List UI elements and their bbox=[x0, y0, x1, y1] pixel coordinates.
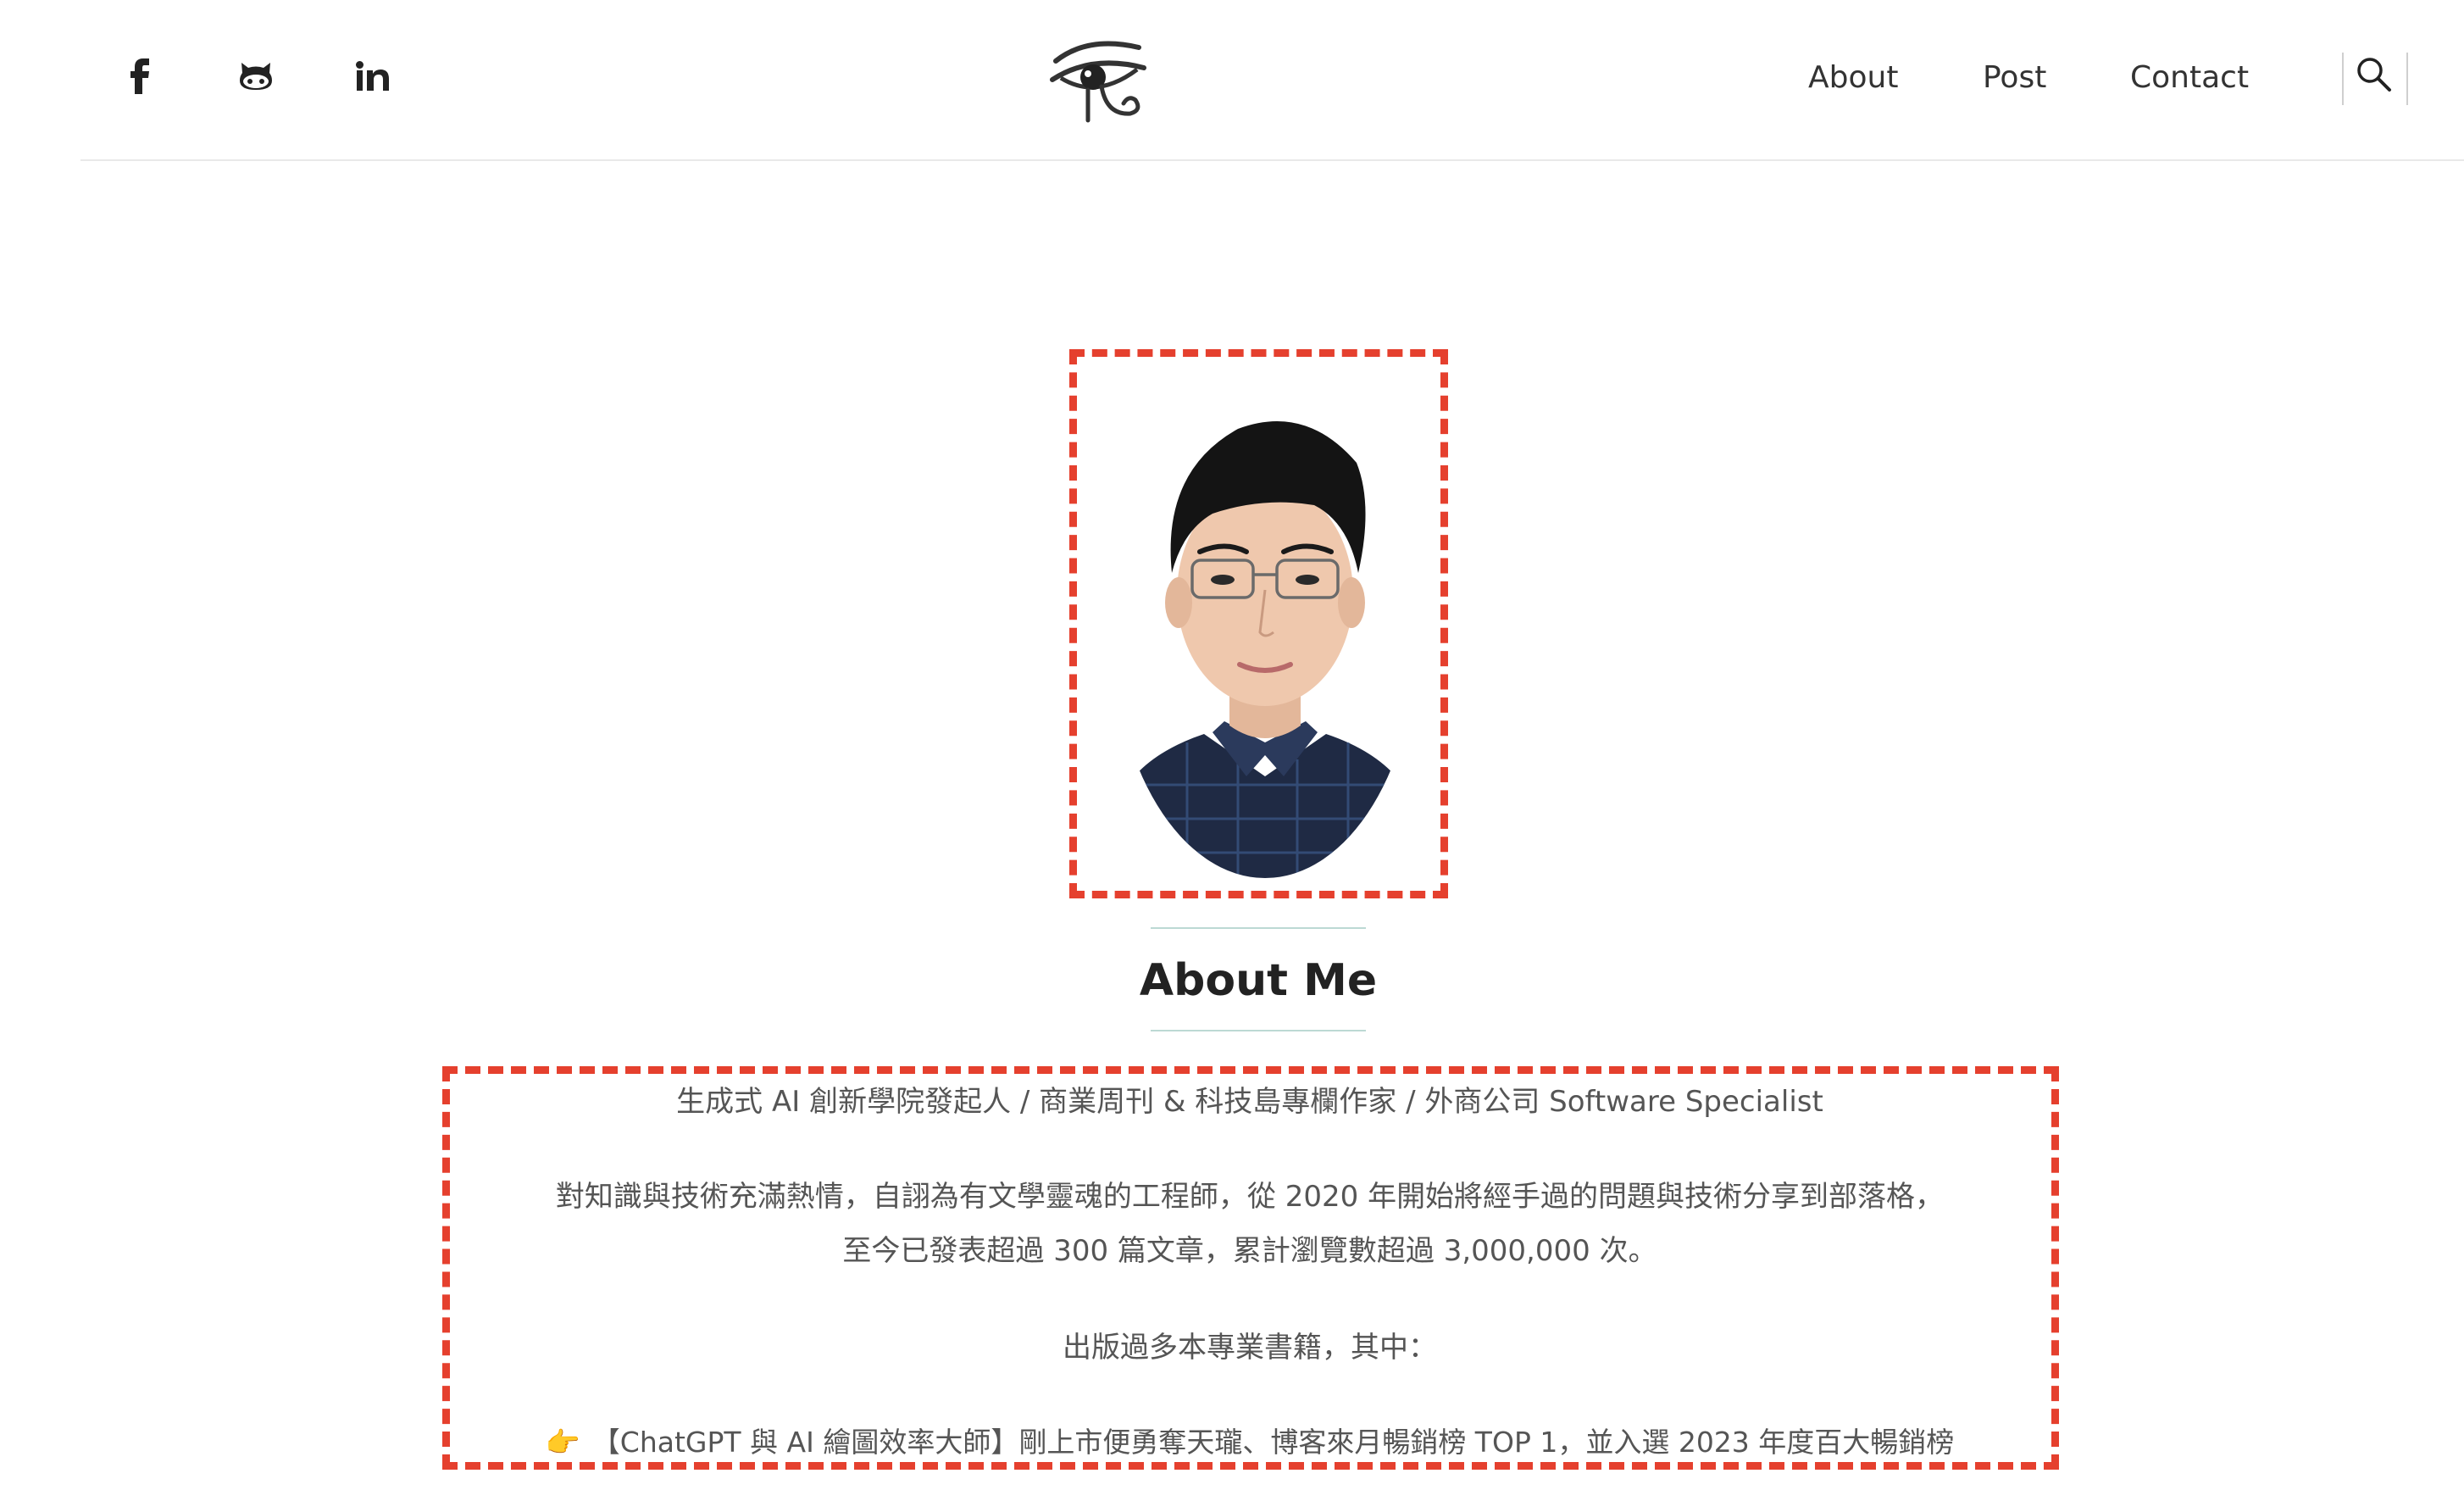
nav-post[interactable]: Post bbox=[1983, 56, 2046, 100]
search-button[interactable] bbox=[2342, 53, 2408, 105]
bio-books-intro: 出版過多本專業書籍，其中： bbox=[1063, 1331, 1437, 1365]
nav-contact[interactable]: Contact bbox=[2130, 56, 2249, 100]
title-rule-top bbox=[1151, 927, 1366, 929]
header-divider bbox=[80, 159, 2464, 161]
eye-logo[interactable] bbox=[1044, 31, 1154, 125]
bio-intro-line-1: 對知識與技術充滿熱情，自詡為有文學靈魂的工程師，從 2020 年開始將經手過的問… bbox=[555, 1180, 1945, 1214]
avatar bbox=[1111, 378, 1419, 880]
bio-book-item: 👉 【ChatGPT 與 AI 繪圖效率大師】剛上市便勇奪天瓏、博客來月暢銷榜 T… bbox=[458, 1417, 2042, 1468]
site-header: About Post Contact bbox=[0, 0, 2464, 161]
bio-intro-line-2: 至今已發表超過 300 篇文章，累計瀏覽數超過 3,000,000 次。 bbox=[842, 1234, 1657, 1268]
page-title: About Me bbox=[1139, 955, 1378, 1006]
search-icon bbox=[2357, 58, 2391, 92]
github-icon[interactable] bbox=[232, 53, 280, 100]
facebook-icon[interactable] bbox=[117, 53, 164, 100]
title-rule-bottom bbox=[1151, 1030, 1366, 1031]
bio-role: 生成式 AI 創新學院發起人 / 商業周刊 & 科技島專欄作家 / 外商公司 S… bbox=[676, 1085, 1823, 1119]
pointing-hand-icon: 👉 bbox=[545, 1426, 580, 1459]
bio-book-text: 【ChatGPT 與 AI 繪圖效率大師】剛上市便勇奪天瓏、博客來月暢銷榜 TO… bbox=[591, 1426, 1955, 1459]
about-page: About Post Contact About Me 生成式 AI 創新學院發… bbox=[0, 0, 2464, 1490]
nav-about[interactable]: About bbox=[1808, 56, 1898, 100]
linkedin-icon[interactable] bbox=[349, 53, 397, 100]
